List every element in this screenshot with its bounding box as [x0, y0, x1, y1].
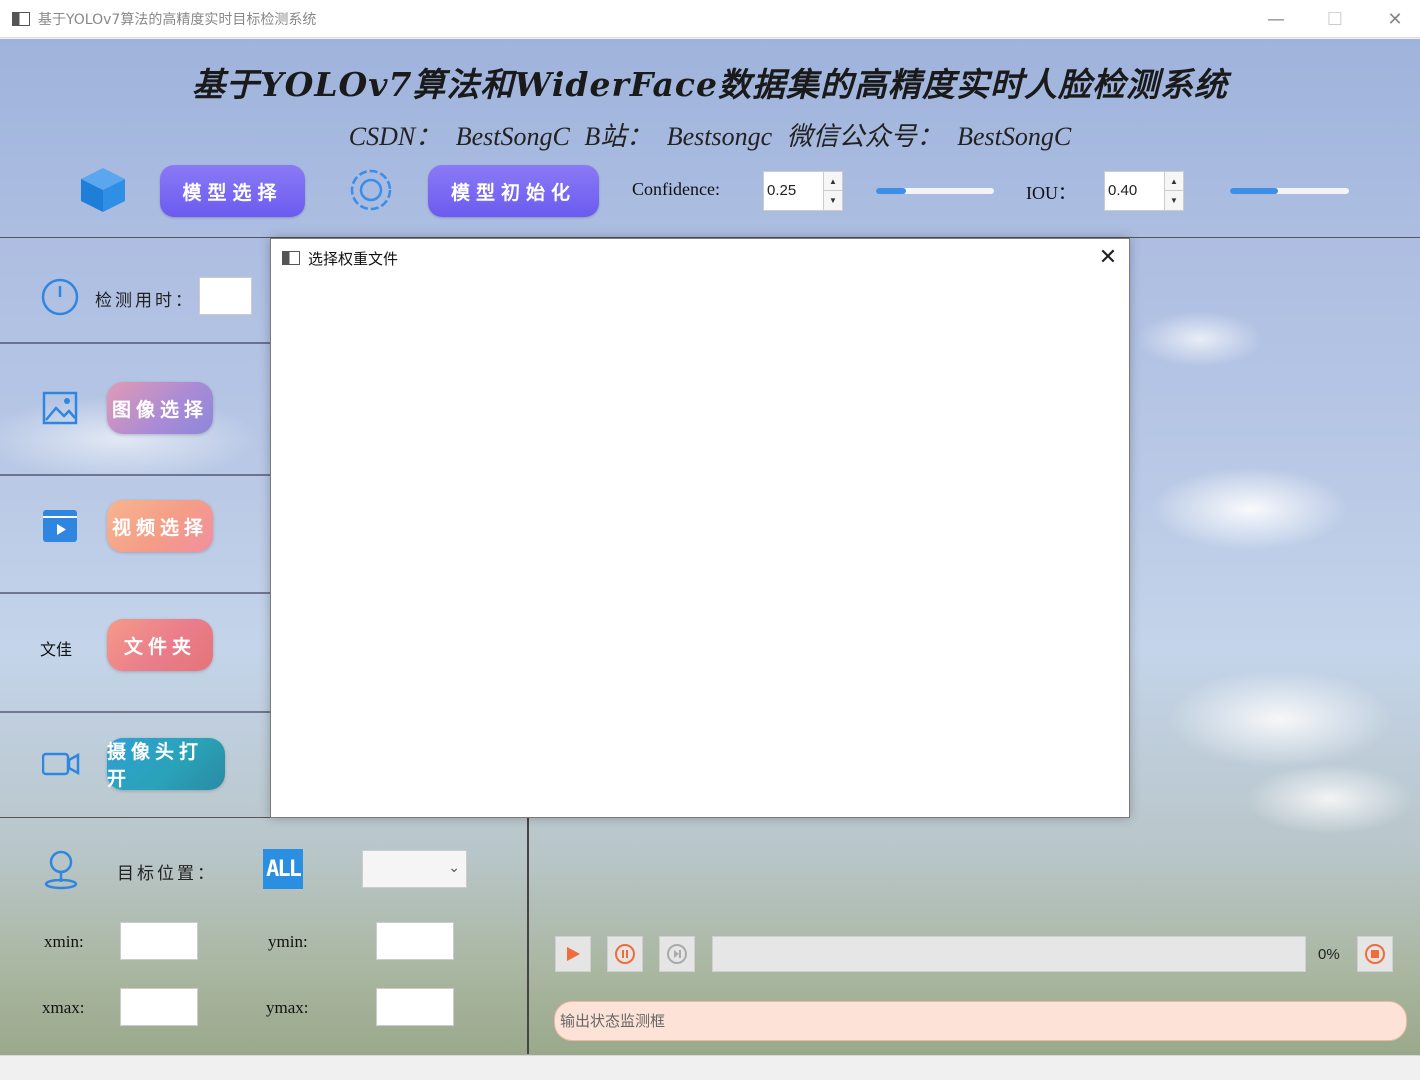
next-button[interactable] [659, 936, 695, 972]
skip-icon [667, 944, 687, 964]
ymin-label: ymin: [268, 932, 308, 951]
play-icon [567, 947, 580, 961]
confidence-label: Confidence: [632, 179, 720, 199]
pause-button[interactable] [607, 936, 643, 972]
pause-icon [615, 944, 635, 964]
video-icon [43, 510, 77, 542]
progress-bar [712, 936, 1306, 972]
left-divider [0, 342, 270, 344]
xmin-label: xmin: [44, 932, 84, 951]
confidence-value: 0.25 [767, 182, 797, 199]
iou-label: IOU： [1026, 183, 1076, 203]
detect-time-field [199, 277, 252, 315]
maximize-button[interactable]: ☐ [1305, 0, 1365, 38]
folder-text-label: 文佳 [40, 642, 73, 659]
app-icon [12, 11, 30, 26]
target-position-label: 目标位置： [117, 864, 217, 884]
xmin-field [120, 922, 198, 960]
left-divider [0, 592, 270, 594]
chevron-down-icon: ⌄ [448, 860, 460, 876]
page-title: 基于YOLOv7算法和WiderFace数据集的高精度实时人脸检测系统 [192, 65, 1228, 104]
record-button[interactable] [1357, 936, 1393, 972]
image-icon [42, 391, 78, 425]
dialog-titlebar: 选择权重文件 [271, 239, 1129, 277]
video-select-button[interactable]: 视频选择 [107, 500, 213, 552]
detect-time-label: 检测用时： [95, 291, 195, 311]
all-badge: ALL [263, 849, 303, 889]
confidence-slider[interactable] [876, 188, 994, 194]
confidence-down-arrow[interactable]: ▼ [824, 191, 842, 210]
xmax-label: xmax: [42, 998, 85, 1017]
dialog-app-icon [282, 251, 300, 265]
target-combobox[interactable]: ⌄ [362, 850, 467, 888]
xmax-field [120, 988, 198, 1026]
window-statusbar [0, 1055, 1420, 1080]
gear-icon [350, 169, 392, 211]
iou-up-arrow[interactable]: ▲ [1165, 172, 1183, 191]
left-divider [0, 474, 270, 476]
camera-open-button[interactable]: 摄像头打开 [107, 738, 225, 790]
camera-icon [42, 752, 80, 776]
map-pin-icon [44, 850, 78, 890]
minimize-button[interactable]: — [1246, 0, 1306, 38]
ymax-field [376, 988, 454, 1026]
confidence-spinbox[interactable]: 0.25 ▲ ▼ [763, 171, 843, 211]
dialog-title: 选择权重文件 [308, 249, 399, 268]
page-subtitle: CSDN： BestSongC B站： Bestsongc 微信公众号： Bes… [348, 122, 1072, 151]
close-button[interactable]: ✕ [1365, 0, 1420, 38]
iou-slider[interactable] [1230, 188, 1349, 194]
confidence-slider-fill [876, 188, 906, 194]
image-select-button[interactable]: 图像选择 [107, 382, 213, 434]
dialog-close-button[interactable]: ✕ [1093, 243, 1123, 273]
left-divider [0, 711, 270, 713]
bottom-vertical-divider [527, 818, 529, 1054]
progress-percent: 0% [1318, 946, 1340, 963]
ymax-label: ymax: [266, 998, 309, 1017]
record-icon [1365, 944, 1385, 964]
folder-select-button[interactable]: 文件夹 [107, 619, 213, 671]
play-button[interactable] [555, 936, 591, 972]
confidence-up-arrow[interactable]: ▲ [824, 172, 842, 191]
status-output-box[interactable]: 输出状态监测框 [554, 1001, 1407, 1041]
iou-slider-fill [1230, 188, 1278, 194]
ymin-field [376, 922, 454, 960]
iou-spinbox[interactable]: 0.40 ▲ ▼ [1104, 171, 1184, 211]
window-titlebar: 基于YOLOv7算法的高精度实时目标检测系统 — ☐ ✕ [0, 0, 1420, 38]
iou-down-arrow[interactable]: ▼ [1165, 191, 1183, 210]
model-select-button[interactable]: 模型选择 [160, 165, 305, 217]
clock-icon [41, 278, 79, 316]
cube-icon [81, 168, 125, 212]
weight-file-dialog[interactable]: 选择权重文件 ✕ [270, 238, 1130, 818]
model-init-button[interactable]: 模型初始化 [428, 165, 599, 217]
window-title: 基于YOLOv7算法的高精度实时目标检测系统 [38, 11, 317, 28]
iou-value: 0.40 [1108, 182, 1138, 199]
